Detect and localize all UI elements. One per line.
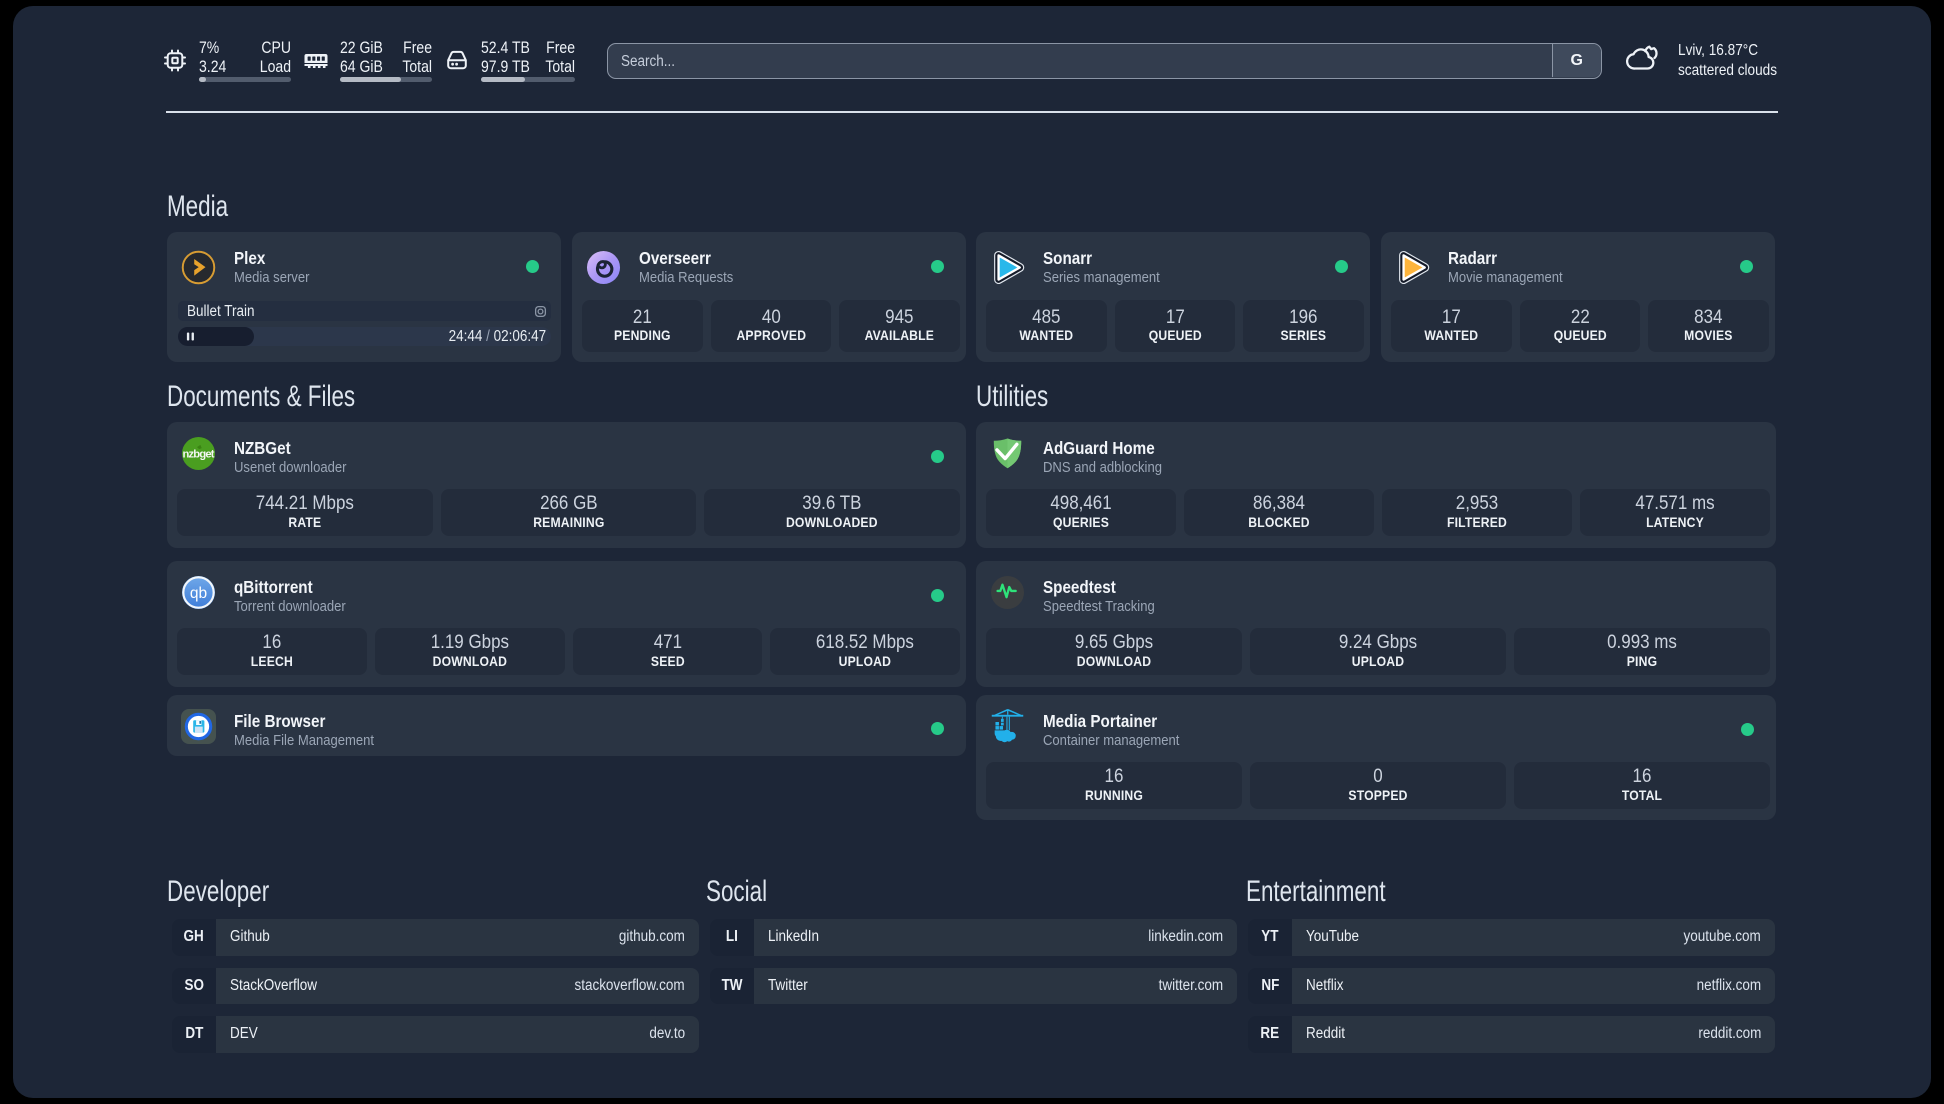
svg-text:qb: qb [190, 584, 207, 601]
svg-text:nzbget: nzbget [182, 448, 214, 460]
